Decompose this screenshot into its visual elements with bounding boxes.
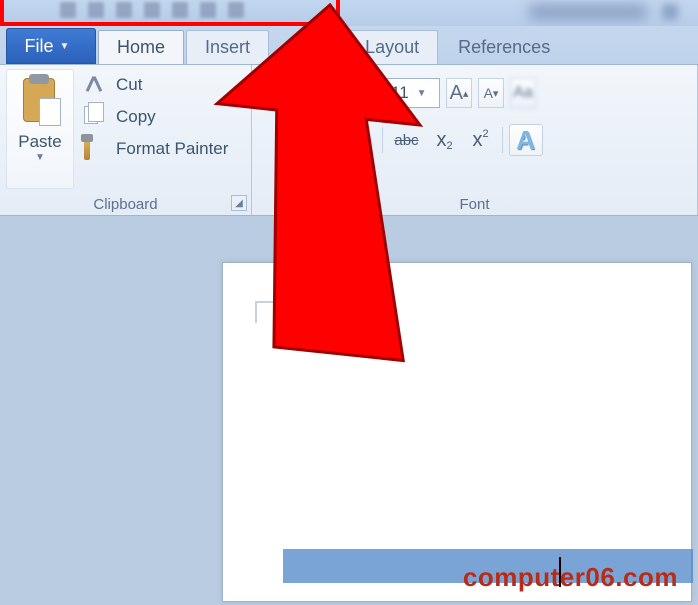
group-font: Body) ▼ 11 ▼ A▴ A▾ Aa B I U▼ abc x2 [252,65,698,215]
tab-home-label: Home [117,37,165,58]
window-title-blur [528,4,648,20]
titlebar-remainder [340,0,698,26]
window-help-icon[interactable] [662,4,678,20]
quick-access-toolbar-highlight [0,0,340,26]
copy-button[interactable]: Copy [84,101,244,133]
tab-references[interactable]: References [440,30,568,64]
separator [382,127,383,153]
chevron-down-icon: ▼ [361,88,371,99]
cut-button[interactable]: Cut [84,69,244,101]
tab-page-layout-label: Page Layout [318,37,419,58]
superscript-button[interactable]: x2 [466,124,496,156]
ribbon-body: Paste ▼ Cut Copy Format Painter Clipboar… [0,64,698,216]
grow-font-button[interactable]: A▴ [446,78,472,108]
copy-icon [84,106,106,128]
qat-undo-icon[interactable] [116,2,132,18]
scissors-icon [84,74,106,96]
paste-button[interactable]: Paste ▼ [6,69,74,189]
tab-references-label: References [458,37,550,58]
margin-corner-icon [255,301,277,323]
copy-label: Copy [116,107,156,127]
qat-save-icon[interactable] [88,2,104,18]
chevron-down-icon[interactable]: ▼ [35,152,45,163]
change-case-button[interactable]: Aa [510,78,536,108]
font-name-value: Body) [309,83,353,103]
tab-home[interactable]: Home [98,30,184,64]
tab-page-layout[interactable]: Page Layout [299,30,438,64]
text-effects-button[interactable]: A [509,124,543,156]
separator [502,127,503,153]
underline-button[interactable]: U▼ [340,124,376,156]
shrink-font-button[interactable]: A▾ [478,78,504,108]
cut-label: Cut [116,75,142,95]
font-name-combo[interactable]: Body) ▼ [268,78,378,108]
ribbon-tab-row: File ▼ Home Insert Page Layout Reference… [0,26,698,64]
chevron-down-icon: ▼ [60,41,70,52]
strikethrough-button[interactable]: abc [389,124,423,156]
tab-file[interactable]: File ▼ [6,28,96,64]
shrink-font-A: A [484,85,493,101]
group-font-label: Font [252,196,697,213]
qat-customize-icon[interactable] [228,2,244,18]
bold-button[interactable]: B [268,124,298,156]
tab-file-label: File [25,36,54,57]
paintbrush-icon [84,138,106,160]
paste-label: Paste [18,132,61,152]
font-size-combo[interactable]: 11 ▼ [384,78,440,108]
format-painter-button[interactable]: Format Painter [84,133,244,165]
grow-font-A: A [450,82,463,105]
italic-button[interactable]: I [304,124,334,156]
qat-print-preview-icon[interactable] [172,2,188,18]
tab-insert[interactable]: Insert [186,30,269,64]
watermark-text: computer06.com [463,562,678,593]
qat-word-icon[interactable] [60,2,76,18]
group-clipboard: Paste ▼ Cut Copy Format Painter Clipboar… [0,65,252,215]
subscript-button[interactable]: x2 [430,124,460,156]
qat-redo-icon[interactable] [144,2,160,18]
chevron-down-icon: ▼ [417,88,427,99]
tab-insert-label: Insert [205,37,250,58]
font-size-value: 11 [391,83,409,103]
paste-icon [19,74,61,126]
qat-spellcheck-icon[interactable] [200,2,216,18]
document-viewport [0,216,698,605]
document-page[interactable] [222,262,692,602]
format-painter-label: Format Painter [116,139,228,159]
group-clipboard-label: Clipboard [0,196,251,213]
clipboard-dialog-launcher-icon[interactable]: ◢ [231,195,247,211]
